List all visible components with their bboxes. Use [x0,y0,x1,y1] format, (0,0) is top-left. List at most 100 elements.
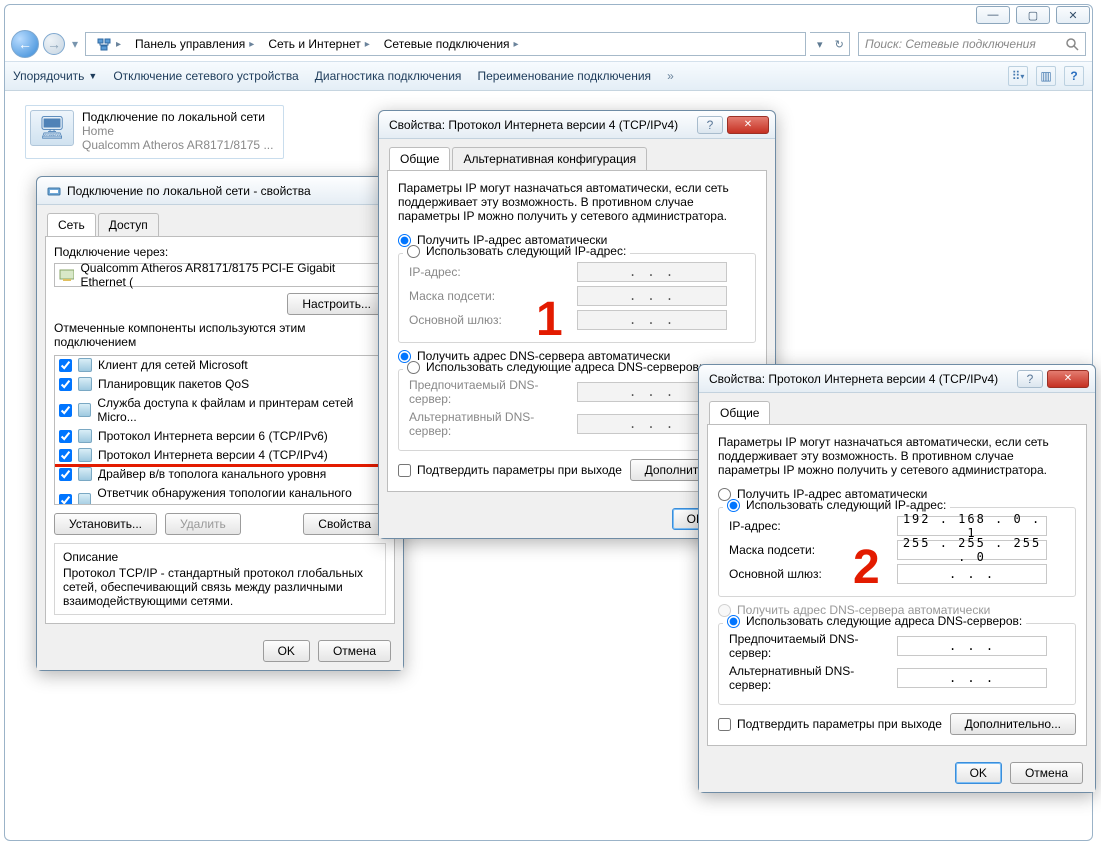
ok-button[interactable]: OK [263,640,310,662]
intro-text: Параметры IP могут назначаться автоматич… [718,435,1076,477]
components-label: Отмеченные компоненты используются этим … [54,321,386,349]
component-checkbox[interactable] [59,494,72,506]
help-button[interactable]: ? [1064,66,1084,86]
breadcrumb-path[interactable]: ▸ Панель управления▸ Сеть и Интернет▸ Се… [85,32,806,56]
disable-device-button[interactable]: Отключение сетевого устройства [113,69,298,83]
ip-address-input[interactable]: 192 . 168 . 0 . 1 [897,516,1047,536]
tab-content: Параметры IP могут назначаться автоматич… [707,424,1087,746]
component-item[interactable]: Драйвер в/в тополога канального уровня [55,465,385,484]
ipv4-properties-dialog-2: Свойства: Протокол Интернета версии 4 (T… [698,364,1096,793]
help-button[interactable]: ? [1017,370,1043,388]
network-connection-item[interactable]: 🖥 Подключение по локальной сети Home Qua… [25,105,284,159]
components-list[interactable]: Клиент для сетей Microsoft Планировщик п… [54,355,386,505]
breadcrumb-item[interactable]: Сеть и Интернет▸ [262,35,375,53]
help-button[interactable]: ? [697,116,723,134]
component-checkbox[interactable] [59,404,72,417]
breadcrumb-item[interactable]: Панель управления▸ [129,35,260,53]
tab-network[interactable]: Сеть [47,213,96,236]
component-item[interactable]: Клиент для сетей Microsoft [55,356,385,375]
path-dropdown-button[interactable]: ▾ [810,33,830,55]
gateway-input[interactable]: . . . [897,564,1047,584]
alternate-dns-label: Альтернативный DNS-сервер: [409,410,569,438]
organize-menu[interactable]: Упорядочить ▼ [13,69,97,83]
subnet-mask-label: Маска подсети: [729,543,889,557]
radio-manual-dns[interactable]: Использовать следующие адреса DNS-сервер… [403,360,706,374]
component-item-ipv4[interactable]: Протокол Интернета версии 4 (TCP/IPv4) [55,446,385,465]
address-bar: ← → ▾ ▸ Панель управления▸ Сеть и Интерн… [5,27,1092,61]
tab-strip: Общие [699,393,1095,424]
close-button[interactable]: ✕ [1056,6,1090,24]
radio-manual-dns[interactable]: Использовать следующие адреса DNS-сервер… [723,614,1026,628]
dialog-title: Свойства: Протокол Интернета версии 4 (T… [709,372,998,386]
close-button[interactable]: ✕ [1047,370,1089,388]
component-checkbox[interactable] [59,378,72,391]
dialog-buttons: OK Отмена [37,632,403,670]
tab-strip: Сеть Доступ [37,205,403,236]
gateway-label: Основной шлюз: [729,567,889,581]
refresh-button[interactable]: ↻ [830,33,850,55]
protocol-icon [78,429,92,443]
preferred-dns-input[interactable]: . . . [897,636,1047,656]
dialog-title-bar[interactable]: Свойства: Протокол Интернета версии 4 (T… [699,365,1095,393]
gateway-input: . . . [577,310,727,330]
tab-access[interactable]: Доступ [98,213,159,236]
radio-manual-ip[interactable]: Использовать следующий IP-адрес: [723,498,950,512]
radio-manual-ip[interactable]: Использовать следующий IP-адрес: [403,244,630,258]
cancel-button[interactable]: Отмена [318,640,391,662]
alternate-dns-input[interactable]: . . . [897,668,1047,688]
adapter-name: Qualcomm Atheros AR8171/8175 PCI-E Gigab… [80,261,381,289]
close-button[interactable]: ✕ [727,116,769,134]
tab-general[interactable]: Общие [709,401,770,424]
cancel-button[interactable]: Отмена [1010,762,1083,784]
dialog-title-bar[interactable]: Свойства: Протокол Интернета версии 4 (T… [379,111,775,139]
dialog-title: Подключение по локальной сети - свойства [67,184,311,198]
nav-back-button[interactable]: ← [11,30,39,58]
install-button[interactable]: Установить... [54,513,157,535]
subnet-mask-input[interactable]: 255 . 255 . 255 . 0 [897,540,1047,560]
validate-checkbox[interactable]: Подтвердить параметры при выходе [398,463,622,477]
tab-strip: Общие Альтернативная конфигурация [379,139,775,170]
diagnose-button[interactable]: Диагностика подключения [315,69,462,83]
validate-checkbox[interactable]: Подтвердить параметры при выходе [718,717,942,731]
component-item[interactable]: Планировщик пакетов QoS [55,375,385,394]
component-checkbox[interactable] [59,449,72,462]
configure-button[interactable]: Настроить... [287,293,386,315]
tab-alt-config[interactable]: Альтернативная конфигурация [452,147,647,170]
driver-icon [78,467,92,481]
ip-address-label: IP-адрес: [729,519,889,533]
breadcrumb-item[interactable]: ▸ [90,34,127,54]
rename-button[interactable]: Переименование подключения [477,69,651,83]
qos-icon [78,377,92,391]
ethernet-icon [47,184,61,198]
properties-button[interactable]: Свойства [303,513,386,535]
preview-pane-button[interactable]: ▥ [1036,66,1056,86]
adapter-field: Qualcomm Atheros AR8171/8175 PCI-E Gigab… [54,263,386,287]
lan-properties-dialog: Подключение по локальной сети - свойства… [36,176,404,671]
component-checkbox[interactable] [59,359,72,372]
breadcrumb-item[interactable]: Сетевые подключения▸ [378,35,525,53]
advanced-button[interactable]: Дополнительно... [950,713,1076,735]
component-item[interactable]: Ответчик обнаружения топологии канальног… [55,484,385,505]
preferred-dns-label: Предпочитаемый DNS-сервер: [729,632,889,660]
connection-adapter: Qualcomm Atheros AR8171/8175 ... [82,138,273,152]
nav-forward-button[interactable]: → [43,33,65,55]
search-input[interactable]: Поиск: Сетевые подключения [858,32,1086,56]
component-item[interactable]: Протокол Интернета версии 6 (TCP/IPv6) [55,427,385,446]
nav-history-dropdown[interactable]: ▾ [69,35,81,53]
component-checkbox[interactable] [59,468,72,481]
manual-dns-group: Использовать следующие адреса DNS-сервер… [718,623,1076,705]
responder-icon [78,493,91,505]
maximize-button[interactable]: ▢ [1016,6,1050,24]
connection-status: Home [82,124,273,138]
dialog-title-bar[interactable]: Подключение по локальной сети - свойства [37,177,403,205]
dialog-buttons: OK Отмена [699,754,1095,792]
tab-content: Подключение через: Qualcomm Atheros AR81… [45,236,395,624]
subnet-mask-label: Маска подсети: [409,289,569,303]
tab-general[interactable]: Общие [389,147,450,170]
component-item[interactable]: Служба доступа к файлам и принтерам сете… [55,394,385,427]
description-box: Описание Протокол TCP/IP - стандартный п… [54,543,386,615]
view-button[interactable]: ⠿▾ [1008,66,1028,86]
component-checkbox[interactable] [59,430,72,443]
ok-button[interactable]: OK [955,762,1002,784]
minimize-button[interactable]: — [976,6,1010,24]
